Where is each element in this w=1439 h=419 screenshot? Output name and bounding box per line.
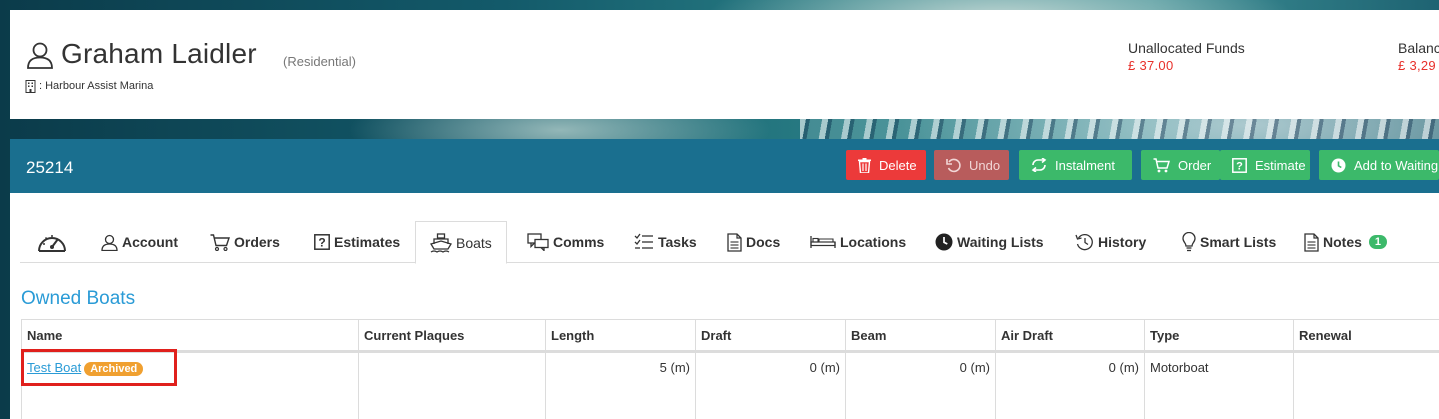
lightbulb-icon (1182, 232, 1196, 252)
cart-icon (1153, 157, 1170, 172)
marina-boats-decoration (800, 118, 1439, 140)
tab-comms[interactable]: Comms (527, 221, 604, 263)
history-icon (1075, 234, 1093, 251)
delete-button-label: Delete (879, 157, 917, 173)
ship-icon (430, 232, 452, 253)
tab-estimates[interactable]: ? Estimates (314, 221, 400, 263)
tab-locations[interactable]: Locations (810, 221, 906, 263)
tab-account[interactable]: Account (101, 221, 178, 263)
person-icon (27, 42, 53, 69)
column-header-air-draft[interactable]: Air Draft (996, 319, 1145, 351)
instalment-button-label: Instalment (1055, 157, 1115, 173)
owned-boats-table: Name Current Plaques Length Draft Beam A… (21, 319, 1439, 419)
marina-name: : Harbour Assist Marina (39, 80, 154, 92)
clock-icon (935, 233, 953, 251)
tab-orders[interactable]: Orders (210, 221, 280, 263)
undo-icon (946, 158, 961, 172)
tab-smart-lists[interactable]: Smart Lists (1182, 221, 1276, 263)
account-number: 25214 (26, 158, 74, 177)
tab-comms-label: Comms (553, 234, 605, 250)
trash-icon (858, 157, 871, 173)
tab-orders-label: Orders (234, 234, 280, 250)
column-header-renewal[interactable]: Renewal (1294, 319, 1439, 351)
column-header-name[interactable]: Name (21, 319, 359, 351)
account-action-bar: 25214 Delete Undo Instalment Order ? Est… (10, 139, 1439, 193)
cell-beam: 0 (m) (846, 353, 996, 419)
cell-renewal (1294, 353, 1439, 419)
customer-header: Graham Laidler (Residential) : Harbour A… (10, 10, 1439, 119)
cart-icon (210, 233, 230, 251)
column-header-beam[interactable]: Beam (846, 319, 996, 351)
tab-history[interactable]: History (1075, 221, 1146, 263)
estimate-button[interactable]: ? Estimate (1220, 150, 1310, 180)
cell-type: Motorboat (1145, 353, 1294, 419)
instalment-button[interactable]: Instalment (1019, 150, 1132, 180)
tab-docs[interactable]: Docs (727, 221, 780, 263)
tab-history-label: History (1098, 234, 1147, 250)
add-to-waiting-list-label: Add to Waiting L (1354, 157, 1439, 173)
question-box-icon: ? (314, 234, 330, 250)
column-header-draft[interactable]: Draft (696, 319, 846, 351)
add-to-waiting-list-button[interactable]: Add to Waiting L (1319, 150, 1439, 180)
balance-value: £ 3,29 (1398, 58, 1436, 73)
notes-count-badge: 1 (1368, 235, 1388, 249)
tab-smart-lists-label: Smart Lists (1200, 234, 1277, 250)
tab-estimates-label: Estimates (334, 234, 401, 250)
tab-tasks-label: Tasks (658, 234, 697, 250)
chat-icon (527, 233, 549, 251)
column-header-current-plaques[interactable]: Current Plaques (359, 319, 546, 351)
tab-docs-label: Docs (746, 234, 781, 250)
tab-waiting-lists-label: Waiting Lists (957, 234, 1044, 250)
tab-waiting-lists[interactable]: Waiting Lists (935, 221, 1044, 263)
tab-locations-label: Locations (840, 234, 907, 250)
cell-current-plaques (359, 353, 546, 419)
question-box-icon: ? (1232, 157, 1247, 173)
unallocated-funds-value: £ 37.00 (1128, 58, 1174, 73)
column-header-length[interactable]: Length (546, 319, 696, 351)
tab-notes[interactable]: Notes 1 (1304, 221, 1388, 263)
balance-label: Balanc (1398, 40, 1439, 56)
tab-notes-label: Notes (1323, 234, 1362, 250)
checklist-icon (634, 233, 653, 249)
delete-button[interactable]: Delete (846, 150, 926, 180)
main-content: Account Orders ? Estimates Boats Comms T… (10, 193, 1439, 419)
tab-tasks[interactable]: Tasks (634, 221, 697, 263)
cell-length: 5 (m) (546, 353, 696, 419)
cell-air-draft: 0 (m) (996, 353, 1145, 419)
person-icon (101, 234, 118, 251)
document-icon (1304, 232, 1319, 252)
column-header-type[interactable]: Type (1145, 319, 1294, 351)
order-button-label: Order (1178, 157, 1212, 173)
tab-account-label: Account (122, 234, 178, 250)
owned-boats-heading: Owned Boats (21, 288, 136, 309)
svg-text:?: ? (1236, 160, 1243, 172)
undo-button-label: Undo (969, 157, 1001, 173)
building-icon (25, 80, 36, 93)
bed-icon (810, 236, 836, 248)
gauge-icon (38, 235, 66, 252)
document-icon (727, 232, 742, 252)
unallocated-funds-label: Unallocated Funds (1128, 40, 1245, 56)
tab-boats-label: Boats (456, 234, 492, 251)
undo-button[interactable]: Undo (934, 150, 1009, 180)
tab-bar: Account Orders ? Estimates Boats Comms T… (20, 221, 1439, 264)
customer-name: Graham Laidler (61, 38, 257, 69)
svg-text:?: ? (318, 236, 325, 250)
repeat-icon (1031, 158, 1047, 172)
estimate-button-label: Estimate (1255, 157, 1306, 173)
tab-boats[interactable]: Boats (415, 221, 507, 264)
customer-type: (Residential) (283, 54, 356, 69)
tab-dashboard[interactable] (36, 221, 68, 263)
clock-icon (1331, 158, 1346, 172)
order-button[interactable]: Order (1141, 150, 1220, 180)
cell-draft: 0 (m) (696, 353, 846, 419)
highlight-annotation-box (21, 349, 177, 386)
